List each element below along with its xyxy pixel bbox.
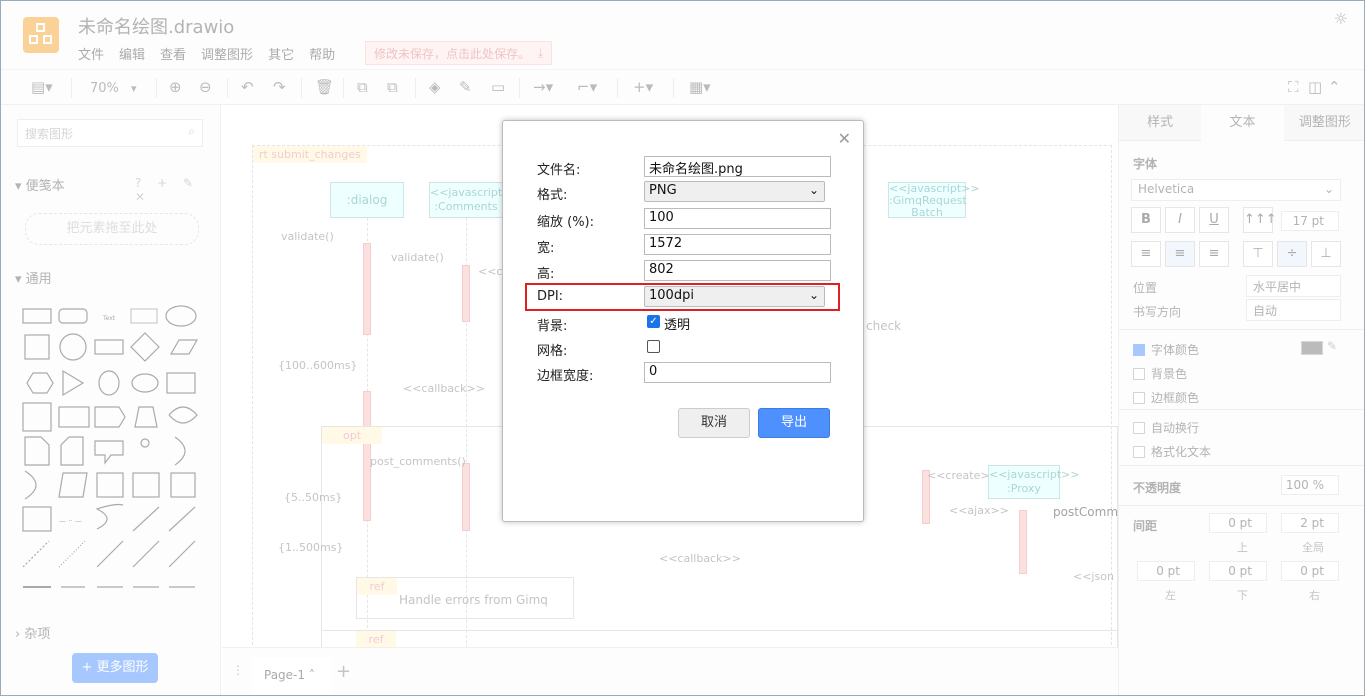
- format-select[interactable]: PNG ⌄: [644, 181, 825, 202]
- background-label: 背景:: [537, 319, 568, 334]
- height-row: 高: 802: [537, 260, 833, 282]
- filename-row: 文件名: 未命名绘图.png: [537, 156, 833, 178]
- filename-input[interactable]: 未命名绘图.png: [644, 156, 831, 177]
- close-icon[interactable]: ✕: [838, 129, 851, 148]
- height-input[interactable]: 802: [644, 260, 831, 281]
- cancel-button[interactable]: 取消: [678, 408, 750, 438]
- zoom-row: 缩放 (%): 100: [537, 208, 833, 230]
- export-button[interactable]: 导出: [758, 408, 830, 438]
- height-label: 高:: [537, 267, 555, 282]
- format-row: 格式: PNG ⌄: [537, 181, 833, 203]
- dpi-row: DPI: 100dpi ⌄: [537, 286, 833, 308]
- chevron-down-icon: ⌄: [808, 288, 819, 302]
- dpi-value: 100dpi: [649, 288, 694, 303]
- chevron-down-icon: ⌄: [808, 183, 819, 197]
- grid-checkbox[interactable]: [647, 340, 660, 353]
- border-width-label: 边框宽度:: [537, 369, 594, 384]
- format-value: PNG: [649, 183, 677, 198]
- dpi-select[interactable]: 100dpi ⌄: [644, 286, 825, 307]
- border-width-row: 边框宽度: 0: [537, 362, 833, 384]
- zoom-input[interactable]: 100: [644, 208, 831, 229]
- width-input[interactable]: 1572: [644, 234, 831, 255]
- app-window: 未命名绘图.drawio 文件 编辑 查看 调整图形 其它 帮助 修改未保存，点…: [0, 0, 1365, 696]
- background-row: 背景: ✓ 透明: [537, 312, 833, 334]
- format-label: 格式:: [537, 188, 568, 203]
- export-dialog: ✕ 文件名: 未命名绘图.png 格式: PNG ⌄ 缩放 (%): 100 宽…: [502, 120, 864, 522]
- transparent-label[interactable]: 透明: [664, 314, 690, 333]
- grid-label: 网格:: [537, 344, 568, 359]
- dpi-label: DPI:: [537, 289, 564, 304]
- zoom-label: 缩放 (%):: [537, 215, 595, 230]
- border-width-input[interactable]: 0: [644, 362, 831, 383]
- filename-label: 文件名:: [537, 163, 581, 178]
- grid-row: 网格:: [537, 337, 833, 359]
- width-row: 宽: 1572: [537, 234, 833, 256]
- width-label: 宽:: [537, 241, 555, 256]
- transparent-checkbox[interactable]: ✓: [647, 315, 660, 328]
